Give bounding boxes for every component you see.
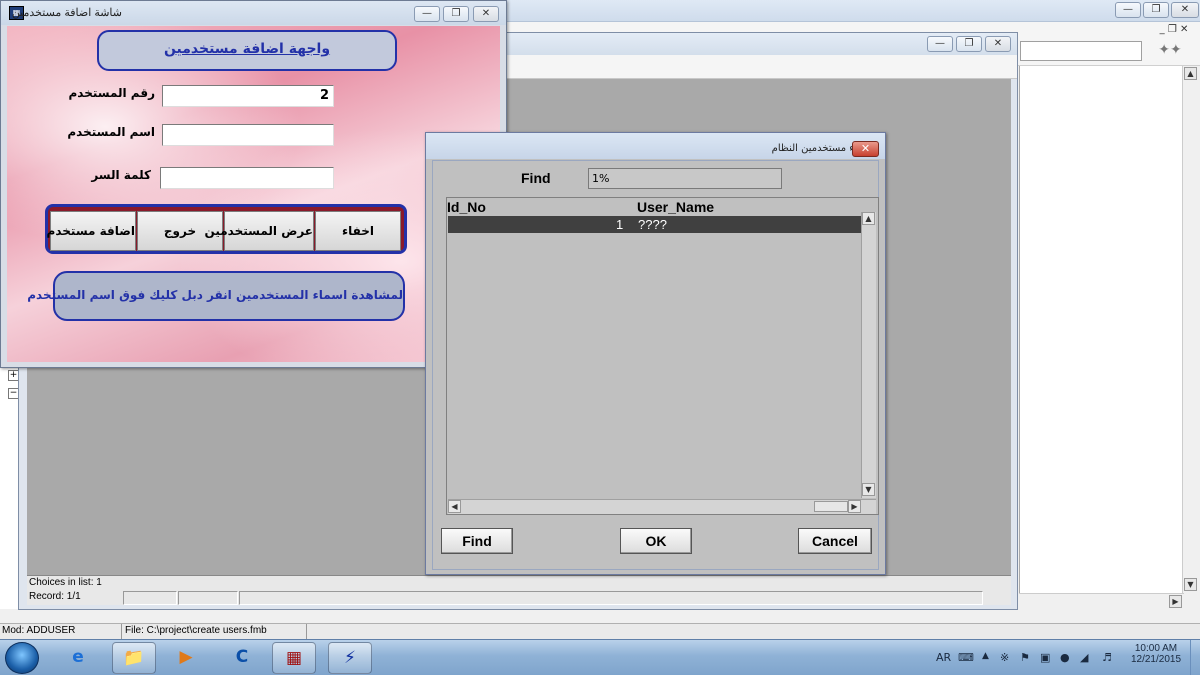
lov-find-input[interactable]: 1% (588, 168, 782, 189)
status-cell (123, 591, 177, 605)
row-id: 1 (616, 217, 624, 232)
forms-icon[interactable]: ▦ (272, 642, 316, 674)
userwin-restore-button[interactable]: ❐ (443, 6, 469, 22)
outer-minimize-button[interactable]: — (1115, 2, 1141, 18)
lov-list: Id_No User_Name 1 ???? ▲ ▼ ◀ ▶ (446, 197, 879, 515)
windows-start-icon[interactable] (5, 642, 39, 674)
scroll-right-icon[interactable]: ▶ (1169, 595, 1182, 608)
status-cell (239, 591, 983, 605)
right-horizontal-scrollbar[interactable]: ▶ (1019, 593, 1184, 609)
scroll-left-icon[interactable]: ◀ (448, 500, 461, 513)
volume-icon[interactable]: ♬ (1102, 651, 1112, 664)
network-globe-icon[interactable]: ● (1060, 651, 1070, 664)
device-icon[interactable]: ▣ (1040, 651, 1050, 664)
hint-text: لمشاهدة اسماء المستخدمين انقر دبل كليك ف… (27, 288, 403, 302)
show-hidden-icons[interactable]: ▲ (982, 651, 989, 661)
forms-minimize-button[interactable]: — (927, 36, 953, 52)
user-number-field[interactable]: 2 (162, 85, 334, 107)
media-player-icon[interactable]: ▶ (164, 642, 208, 674)
scroll-up-icon[interactable]: ▲ (1184, 67, 1197, 80)
lov-ok-button[interactable]: OK (620, 528, 692, 554)
status-module: Mod: ADDUSER (2, 625, 76, 636)
add-user-button[interactable]: اضافة مستخدم (47, 211, 136, 251)
right-vertical-scrollbar[interactable]: ▲ ▼ (1182, 66, 1199, 593)
row-username: ???? (638, 217, 667, 232)
clock[interactable]: 10:00 AM 12/21/2015 (1126, 643, 1186, 665)
page-title: واجهة اضافة مستخدمين (163, 41, 331, 57)
hide-button[interactable]: اخفاء (315, 211, 401, 251)
password-label: كلمة السر (91, 168, 151, 182)
right-pane (1019, 66, 1182, 593)
add-users-window-caption: ▦ شاشة اضافة مستخدمين — ❐ ✕ (1, 1, 506, 25)
action-center-icon[interactable]: ⚑ (1020, 651, 1030, 664)
column-header-username[interactable]: User_Name (637, 199, 714, 215)
clock-date: 12/21/2015 (1130, 654, 1182, 665)
button-bar: اضافة مستخدم خروج عرض المستخدمين اخفاء (45, 204, 407, 254)
user-name-field[interactable] (162, 124, 334, 146)
bluetooth-icon[interactable]: ※ (1000, 651, 1009, 664)
add-users-window-title: شاشة اضافة مستخدمين (11, 7, 122, 19)
heading-box: واجهة اضافة مستخدمين (97, 30, 397, 71)
scroll-down-icon[interactable]: ▼ (862, 483, 875, 496)
lov-dialog: اسماء مستخدمين النظام ✕ Find 1% Id_No Us… (425, 132, 886, 575)
lov-cancel-button[interactable]: Cancel (798, 528, 872, 554)
forms-status-bar: Choices in list: 1 Record: 1/1 (27, 575, 1011, 605)
outer-restore-button[interactable]: ❐ (1143, 2, 1169, 18)
scroll-up-icon[interactable]: ▲ (862, 212, 875, 225)
forms-close-button[interactable]: ✕ (985, 36, 1011, 52)
user-number-label: رقم المستخدم (68, 86, 155, 100)
outer-close-button[interactable]: ✕ (1171, 2, 1199, 18)
lov-dialog-caption: اسماء مستخدمين النظام ✕ (426, 133, 885, 159)
password-field[interactable] (160, 167, 334, 189)
userwin-close-button[interactable]: ✕ (473, 6, 499, 22)
scroll-right-icon[interactable]: ▶ (848, 500, 861, 513)
lov-dialog-body: Find 1% Id_No User_Name 1 ???? ▲ ▼ ◀ ▶ F… (432, 160, 879, 570)
language-indicator[interactable]: AR (936, 651, 951, 664)
forms-restore-button[interactable]: ❐ (956, 36, 982, 52)
keyboard-icon[interactable]: ⌨ (958, 651, 974, 664)
lov-find-label: Find (521, 170, 551, 186)
show-desktop-button[interactable] (1190, 640, 1200, 675)
outer-search-input[interactable] (1020, 41, 1142, 61)
lov-horizontal-scrollbar[interactable]: ◀ ▶ (448, 499, 876, 514)
ie-icon[interactable]: e (56, 642, 100, 674)
lov-find-button[interactable]: Find (441, 528, 513, 554)
scroll-thumb[interactable] (814, 501, 848, 512)
lov-close-button[interactable]: ✕ (852, 141, 879, 157)
column-header-id[interactable]: Id_No (447, 199, 486, 215)
userwin-minimize-button[interactable]: — (414, 6, 440, 22)
user-name-label: اسم المستخدم (67, 125, 155, 139)
signal-icon[interactable]: ◢ (1080, 651, 1088, 664)
scroll-down-icon[interactable]: ▼ (1184, 578, 1197, 591)
tools-icon[interactable]: ✦✦ (1150, 42, 1190, 60)
hint-box: لمشاهدة اسماء المستخدمين انقر دبل كليك ف… (27, 271, 405, 321)
clock-time: 10:00 AM (1134, 643, 1178, 654)
table-row[interactable]: 1 ???? (448, 216, 861, 233)
lov-vertical-scrollbar[interactable]: ▲ ▼ (861, 212, 876, 498)
explorer-icon[interactable]: 📁 (112, 642, 156, 674)
status-record: Record: 1/1 (29, 591, 81, 602)
app-icon[interactable]: C (220, 642, 264, 674)
forms-runtime-icon[interactable]: ⚡ (328, 642, 372, 674)
outer-child-controls: _ ❐ ✕ (1159, 24, 1189, 35)
status-choices: Choices in list: 1 (29, 577, 102, 588)
status-file: File: C:\project\create users.fmb (125, 625, 267, 636)
taskbar: e 📁 ▶ C ▦ ⚡ AR ⌨ ▲ ※ ⚑ ▣ ● ◢ ♬ 10:00 AM … (0, 639, 1200, 675)
show-users-button[interactable]: عرض المستخدمين (205, 211, 314, 251)
status-cell (178, 591, 238, 605)
app-status-bar: Mod: ADDUSER File: C:\project\create use… (0, 623, 1200, 639)
